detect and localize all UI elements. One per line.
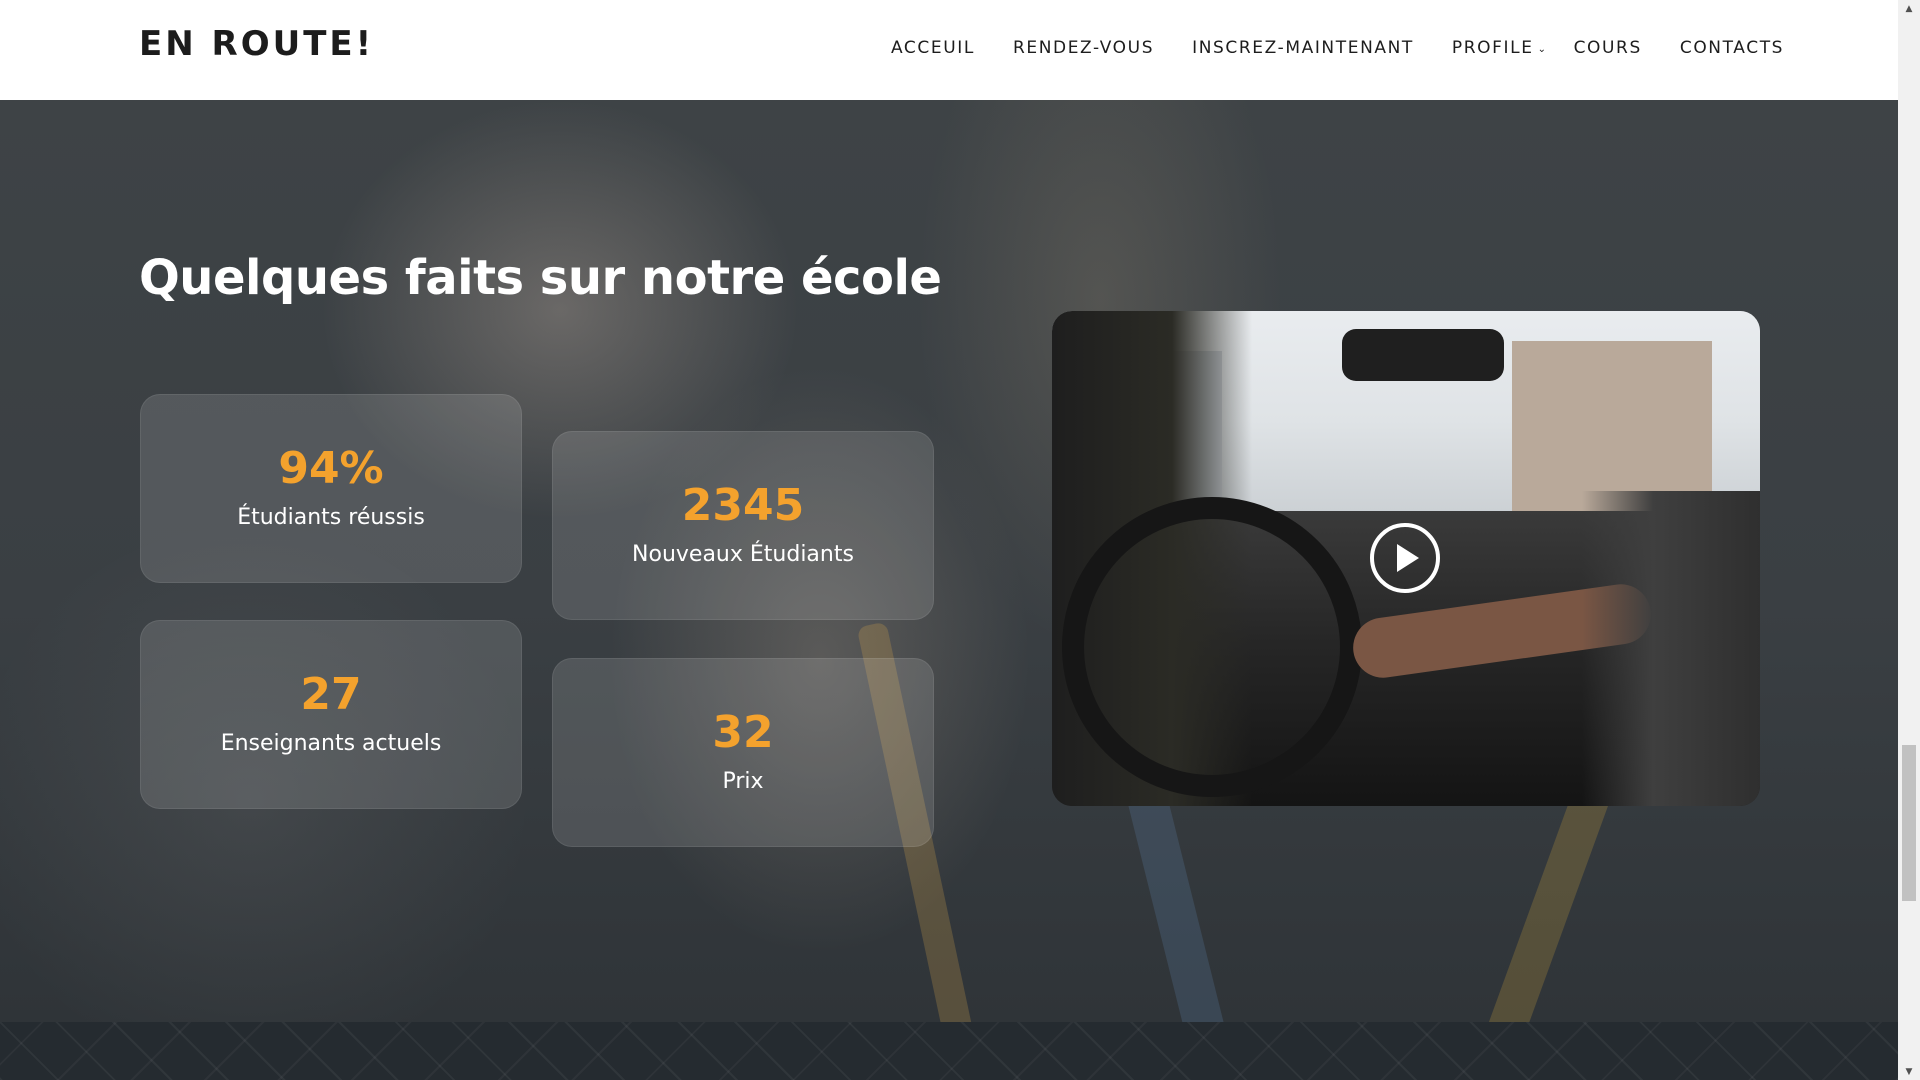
stat-card: 2345 Nouveaux Étudiants bbox=[552, 431, 934, 620]
section-title: Quelques faits sur notre école bbox=[139, 250, 942, 306]
play-icon[interactable] bbox=[1370, 523, 1440, 593]
nav-item-cours[interactable]: COURS bbox=[1574, 38, 1642, 58]
nav-item-inscrez-maintenant[interactable]: INSCREZ-MAINTENANT bbox=[1192, 38, 1414, 58]
nav-item-acceuil[interactable]: ACCEUIL bbox=[891, 38, 975, 58]
stat-value: 32 bbox=[712, 707, 774, 758]
nav-item-label: INSCREZ-MAINTENANT bbox=[1192, 38, 1414, 58]
stat-label: Prix bbox=[722, 769, 764, 794]
nav-item-label: COURS bbox=[1573, 38, 1642, 58]
site-header: EN ROUTE! ACCEUIL RENDEZ-VOUS INSCREZ-MA… bbox=[0, 0, 1898, 100]
stat-value: 94% bbox=[278, 443, 384, 494]
scrollbar-thumb[interactable] bbox=[1902, 745, 1916, 901]
play-triangle bbox=[1397, 544, 1419, 572]
stat-card: 94% Étudiants réussis bbox=[140, 394, 522, 583]
nav-item-label: ACCEUIL bbox=[891, 38, 975, 58]
main-nav: ACCEUIL RENDEZ-VOUS INSCREZ-MAINTENANT P… bbox=[891, 38, 1784, 58]
nav-item-profile[interactable]: PROFILE ⌄ bbox=[1452, 38, 1548, 58]
video-scene-mirror bbox=[1342, 329, 1504, 381]
chevron-down-icon: ⌄ bbox=[1537, 43, 1548, 55]
stat-label: Enseignants actuels bbox=[220, 731, 442, 756]
nav-item-contacts[interactable]: CONTACTS bbox=[1680, 38, 1784, 58]
pattern-band bbox=[0, 1022, 1898, 1080]
scroll-up-arrow-icon[interactable]: ▲ bbox=[1898, 0, 1920, 17]
nav-item-label: RENDEZ-VOUS bbox=[1012, 38, 1155, 58]
video-scene-instructor bbox=[1582, 491, 1760, 806]
stat-label: Nouveaux Étudiants bbox=[632, 542, 854, 567]
stat-card: 27 Enseignants actuels bbox=[140, 620, 522, 809]
stat-label: Étudiants réussis bbox=[237, 505, 425, 530]
nav-item-rendez-vous[interactable]: RENDEZ-VOUS bbox=[1013, 38, 1154, 58]
scroll-down-arrow-icon[interactable]: ▼ bbox=[1898, 1063, 1920, 1080]
facts-section: Quelques faits sur notre école 94% Étudi… bbox=[0, 100, 1898, 1022]
stat-value: 2345 bbox=[681, 480, 805, 531]
video-thumbnail[interactable] bbox=[1052, 311, 1760, 806]
site-logo[interactable]: EN ROUTE! bbox=[139, 24, 374, 64]
video-scene-steering-wheel bbox=[1062, 497, 1362, 797]
stat-card: 32 Prix bbox=[552, 658, 934, 847]
nav-item-label: CONTACTS bbox=[1679, 38, 1785, 58]
page-scrollbar[interactable]: ▲ ▼ bbox=[1898, 0, 1920, 1080]
stat-value: 27 bbox=[300, 669, 362, 720]
nav-item-label: PROFILE bbox=[1451, 38, 1534, 58]
